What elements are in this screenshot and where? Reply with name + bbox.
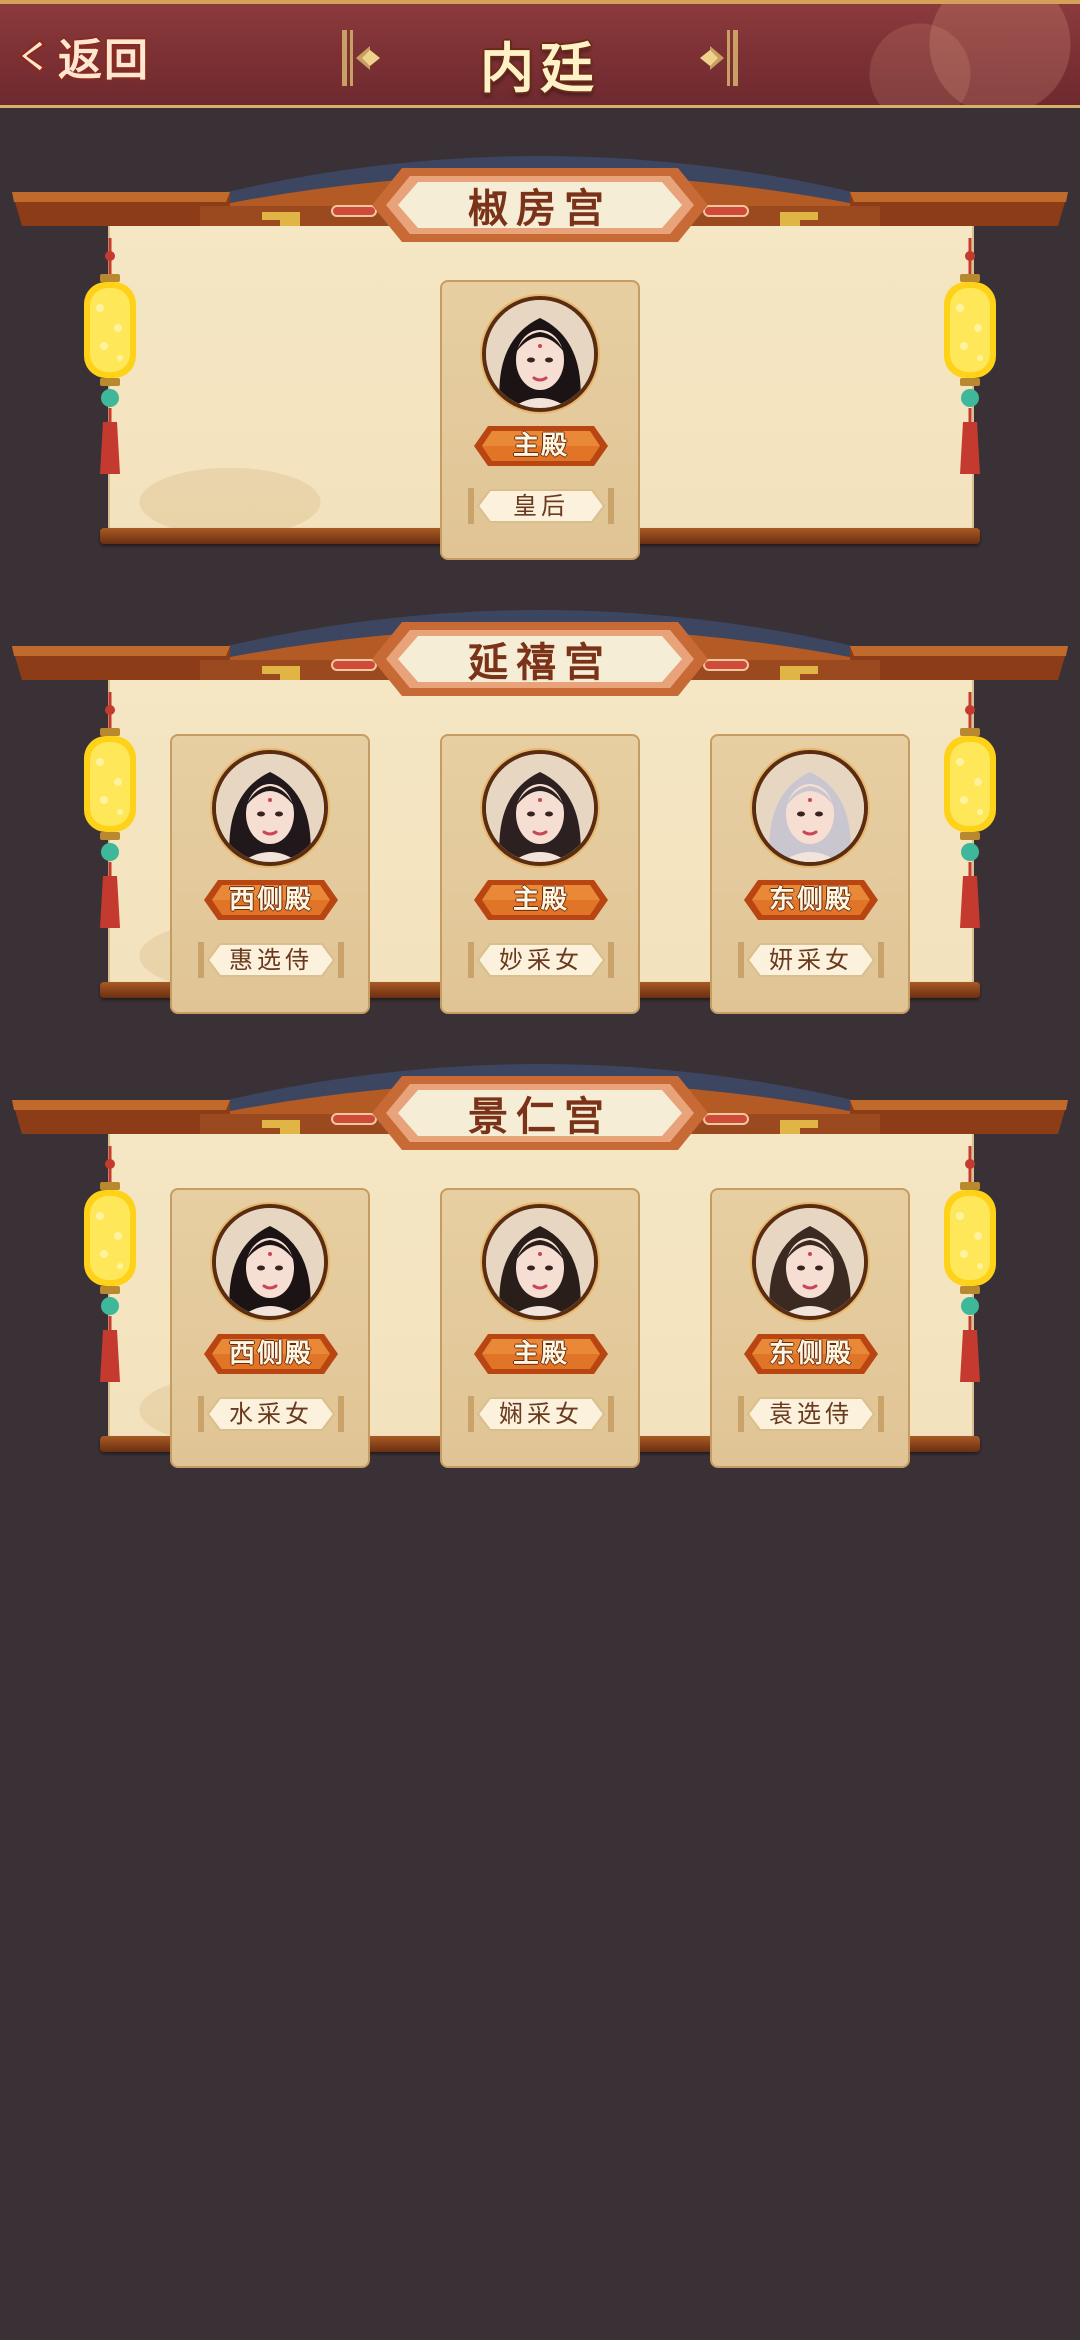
- lantern-left-icon: [78, 692, 142, 932]
- rank-plate: 娴采女: [468, 1394, 614, 1434]
- back-label: 返回: [58, 35, 150, 86]
- hall-badge: 主殿: [470, 422, 612, 470]
- palace-name-plaque: 椒房宫: [368, 166, 712, 244]
- hall-label: 西侧殿: [228, 1339, 313, 1369]
- hall-label: 西侧殿: [228, 885, 313, 915]
- consort-portrait[interactable]: [212, 1204, 328, 1320]
- hall-badge: 主殿: [470, 1330, 612, 1378]
- consort-rank-label: 水采女: [229, 1400, 313, 1428]
- palace-panel: 椒房宫 主殿 皇后: [0, 126, 1080, 566]
- consort-card-left[interactable]: 西侧殿 惠选侍: [170, 734, 370, 1014]
- hall-badge: 东侧殿: [740, 1330, 882, 1378]
- consort-rank-label: 皇后: [513, 492, 569, 520]
- palace-name: 延禧宫: [468, 639, 612, 686]
- lantern-right-icon: [938, 692, 1002, 932]
- palace-name-plaque: 延禧宫: [368, 620, 712, 698]
- palace-panel: 延禧宫 西侧殿 惠选侍 主殿 妙采女 东侧殿 妍采女: [0, 580, 1080, 1020]
- rank-plate: 妍采女: [738, 940, 884, 980]
- hall-label: 主殿: [512, 1339, 569, 1369]
- lantern-left-icon: [78, 1146, 142, 1386]
- rank-plate: 袁选侍: [738, 1394, 884, 1434]
- lantern-left-icon: [78, 238, 142, 478]
- rank-plate: 水采女: [198, 1394, 344, 1434]
- lantern-right-icon: [938, 238, 1002, 478]
- palace-name: 景仁宫: [468, 1093, 612, 1140]
- chevron-left-icon: [18, 38, 46, 74]
- lantern-right-icon: [938, 1146, 1002, 1386]
- hall-badge: 西侧殿: [200, 876, 342, 924]
- palace-name: 椒房宫: [468, 185, 612, 232]
- consort-card-center[interactable]: 主殿 娴采女: [440, 1188, 640, 1468]
- consort-rank-label: 惠选侍: [229, 946, 313, 974]
- hall-badge: 主殿: [470, 876, 612, 924]
- page-title: 内廷: [480, 36, 600, 100]
- consort-portrait[interactable]: [752, 1204, 868, 1320]
- consort-portrait[interactable]: [482, 1204, 598, 1320]
- consort-card-center[interactable]: 主殿 皇后: [440, 280, 640, 560]
- consort-card-right[interactable]: 东侧殿 妍采女: [710, 734, 910, 1014]
- consort-rank-label: 妍采女: [769, 946, 853, 974]
- consort-portrait[interactable]: [482, 750, 598, 866]
- consort-rank-label: 娴采女: [499, 1400, 583, 1428]
- palace-panel: 景仁宫 西侧殿 水采女 主殿 娴采女 东侧殿 袁选侍: [0, 1034, 1080, 1474]
- back-button[interactable]: 返回: [12, 26, 150, 86]
- title-ornament-right-icon: [700, 30, 738, 86]
- consort-card-center[interactable]: 主殿 妙采女: [440, 734, 640, 1014]
- consort-card-left[interactable]: 西侧殿 水采女: [170, 1188, 370, 1468]
- rank-plate: 惠选侍: [198, 940, 344, 980]
- hall-label: 东侧殿: [768, 885, 853, 915]
- hall-label: 主殿: [512, 431, 569, 461]
- consort-card-right[interactable]: 东侧殿 袁选侍: [710, 1188, 910, 1468]
- palace-name-plaque: 景仁宫: [368, 1074, 712, 1152]
- hall-badge: 西侧殿: [200, 1330, 342, 1378]
- consort-rank-label: 妙采女: [499, 946, 583, 974]
- consort-portrait[interactable]: [212, 750, 328, 866]
- top-bar: 返回 内廷: [0, 0, 1080, 108]
- rank-plate: 皇后: [468, 486, 614, 526]
- consort-portrait[interactable]: [752, 750, 868, 866]
- consort-portrait[interactable]: [482, 296, 598, 412]
- hall-label: 主殿: [512, 885, 569, 915]
- hall-label: 东侧殿: [768, 1339, 853, 1369]
- title-ornament-left-icon: [342, 30, 380, 86]
- consort-rank-label: 袁选侍: [769, 1400, 853, 1428]
- hall-badge: 东侧殿: [740, 876, 882, 924]
- rank-plate: 妙采女: [468, 940, 614, 980]
